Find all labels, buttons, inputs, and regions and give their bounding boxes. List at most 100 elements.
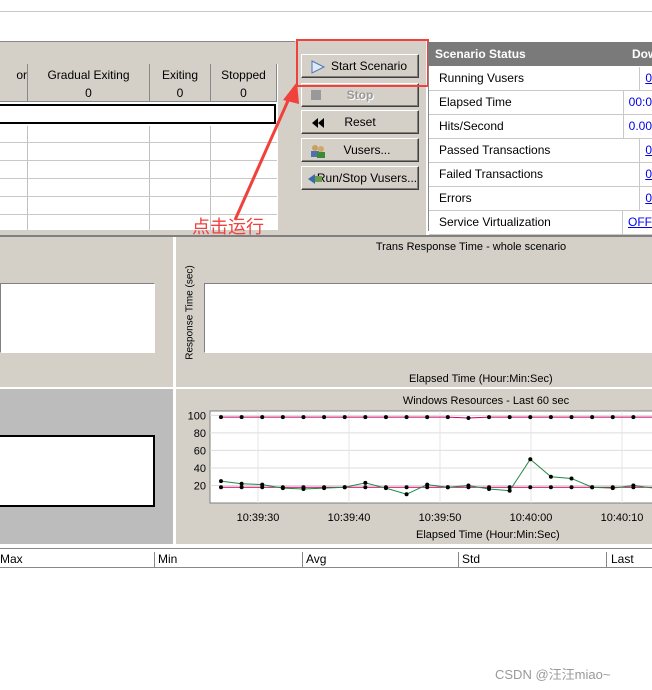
- status-row-elapsed-time: Elapsed Time 00:0: [429, 91, 652, 115]
- x-tick-label: 10:40:10: [601, 512, 644, 524]
- scenario-status-table: Running Vusers 0 Elapsed Time 00:0 Hits/…: [428, 67, 652, 235]
- data-point: [610, 415, 615, 420]
- trans-chart-ylabel: Response Time (sec): [184, 265, 196, 360]
- data-point: [466, 416, 471, 421]
- downloads-header: Dow: [632, 47, 652, 61]
- status-name: Errors: [429, 187, 641, 210]
- reset-label: Reset: [344, 115, 376, 129]
- data-point: [528, 415, 533, 420]
- col-std[interactable]: Std: [462, 552, 607, 568]
- scenario-status-header: Scenario Status Dow: [428, 42, 652, 66]
- data-point: [590, 485, 595, 490]
- vusers-button[interactable]: Vusers...: [301, 138, 419, 162]
- data-point: [631, 415, 636, 420]
- stop-label: Stop: [346, 88, 374, 102]
- x-tick-label: 10:40:00: [510, 512, 553, 524]
- measurement-header: Max Min Avg Std Last: [0, 548, 652, 568]
- grid-header-col-0[interactable]: or: [0, 64, 28, 102]
- y-tick-label: 80: [194, 428, 206, 440]
- status-value-link[interactable]: 0: [640, 67, 652, 90]
- data-point: [466, 483, 471, 488]
- status-value-link[interactable]: OFF: [623, 211, 652, 234]
- status-value: 00:0: [628, 95, 652, 109]
- data-point: [590, 415, 595, 420]
- status-value-link[interactable]: 0: [640, 163, 652, 186]
- run-stop-vusers-button[interactable]: Run/Stop Vusers...: [301, 166, 419, 190]
- scenario-status-title: Scenario Status: [435, 47, 526, 61]
- status-row-running-vusers: Running Vusers 0: [429, 67, 652, 91]
- trans-chart-xlabel: Elapsed Time (Hour:Min:Sec): [409, 373, 553, 385]
- data-point: [404, 492, 409, 497]
- data-point: [383, 486, 388, 491]
- trans-chart-title: Trans Response Time - whole scenario: [375, 241, 567, 253]
- stop-icon: [311, 90, 321, 100]
- data-point: [239, 485, 244, 490]
- data-point: [569, 485, 574, 490]
- x-tick-label: 10:39:50: [419, 512, 462, 524]
- x-tick-label: 10:39:30: [237, 512, 280, 524]
- grid-header-value: 0: [85, 86, 92, 100]
- data-point: [548, 415, 553, 420]
- data-point: [280, 415, 285, 420]
- graph-left-top[interactable]: [0, 237, 173, 387]
- data-point: [569, 476, 574, 481]
- data-point: [425, 415, 430, 420]
- resources-chart-svg: 20 40 60 80 100 10:39:30 10:39:40 10:39:50 10:40…: [188, 410, 652, 524]
- grid-header-label: or: [16, 68, 27, 82]
- data-point: [528, 457, 533, 462]
- grid-header-label: Exiting: [161, 68, 199, 82]
- data-point: [528, 485, 533, 490]
- windows-resources-chart[interactable]: Windows Resources - Last 60 sec 20 40 60 80…: [174, 389, 652, 544]
- status-row-passed-transactions: Passed Transactions 0: [429, 139, 652, 163]
- annotation-arrow-icon: [233, 82, 299, 221]
- status-value-link[interactable]: 0: [640, 139, 652, 162]
- status-name: Running Vusers: [429, 67, 641, 90]
- col-last[interactable]: Last: [611, 552, 651, 568]
- status-row-service-virtualization: Service Virtualization OFF: [429, 211, 652, 235]
- highlight-box: [296, 39, 429, 87]
- data-point: [404, 485, 409, 490]
- data-point: [363, 485, 368, 490]
- data-point: [487, 415, 492, 420]
- graph-left-bottom-canvas: [0, 435, 155, 507]
- vusers-label: Vusers...: [343, 143, 391, 157]
- run-stop-icon: [308, 174, 322, 184]
- data-point: [445, 415, 450, 420]
- graph-left-top-canvas: [0, 283, 155, 353]
- data-point: [383, 415, 388, 420]
- status-name: Service Virtualization: [429, 211, 623, 234]
- grid-header-value: 0: [176, 86, 184, 100]
- resources-chart-xlabel: Elapsed Time (Hour:Min:Sec): [416, 529, 560, 541]
- data-point: [548, 474, 553, 479]
- data-point: [219, 415, 223, 420]
- col-min[interactable]: Min: [158, 552, 303, 568]
- status-row-errors: Errors 0: [429, 187, 652, 211]
- grid-header-exiting[interactable]: Exiting 0: [150, 64, 211, 102]
- data-point: [260, 482, 265, 487]
- data-point: [301, 415, 306, 420]
- data-point: [219, 485, 223, 490]
- data-point: [425, 482, 430, 487]
- graph-left-bottom[interactable]: [0, 389, 173, 544]
- data-point: [301, 486, 306, 491]
- top-divider: [0, 11, 652, 12]
- reset-button[interactable]: Reset: [301, 110, 419, 134]
- status-name: Hits/Second: [429, 115, 624, 138]
- col-avg[interactable]: Avg: [306, 552, 459, 568]
- plot-background: [209, 410, 652, 504]
- status-value-link[interactable]: 0: [640, 187, 652, 210]
- trans-response-chart[interactable]: Trans Response Time - whole scenario Res…: [174, 237, 652, 387]
- data-point: [363, 415, 368, 420]
- data-point: [445, 485, 450, 490]
- data-point: [610, 486, 615, 491]
- col-max[interactable]: Max: [0, 552, 155, 568]
- data-point: [239, 481, 244, 486]
- status-name: Elapsed Time: [429, 91, 624, 114]
- data-point: [569, 415, 574, 420]
- status-row-failed-transactions: Failed Transactions 0: [429, 163, 652, 187]
- data-point: [322, 415, 327, 420]
- data-point: [548, 485, 553, 490]
- status-name: Passed Transactions: [429, 139, 641, 162]
- data-point: [239, 415, 244, 420]
- grid-header-gradual-exiting[interactable]: Gradual Exiting 0: [28, 64, 150, 102]
